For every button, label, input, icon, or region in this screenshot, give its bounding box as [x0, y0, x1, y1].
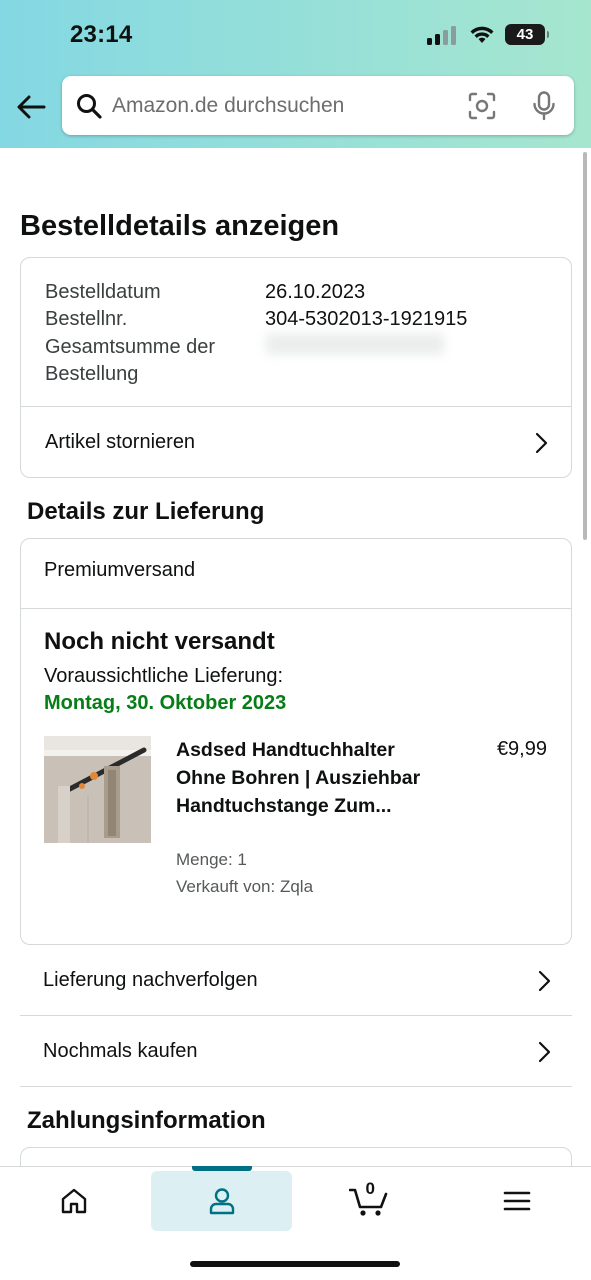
payment-info-heading: Zahlungsinformation [27, 1107, 266, 1134]
shipping-type: Premiumversand [44, 559, 196, 581]
page-title: Bestelldetails anzeigen [20, 210, 340, 242]
product-image[interactable] [44, 736, 151, 843]
battery-level: 43 [516, 26, 534, 43]
back-arrow-icon [17, 95, 46, 119]
chevron-right-icon [538, 1041, 551, 1062]
product-quantity: Menge: 1 [176, 850, 247, 869]
account-icon [209, 1188, 234, 1215]
order-number-value: 304-5302013-1921915 [265, 308, 468, 330]
order-date-value: 26.10.2023 [265, 281, 366, 303]
microphone-icon[interactable] [532, 91, 556, 121]
cancel-items-label: Artikel stornieren [45, 431, 196, 453]
delivery-details-heading: Details zur Lieferung [27, 498, 265, 525]
chevron-right-icon [535, 432, 548, 453]
product-price: €9,99 [496, 738, 547, 760]
order-total-value-redacted [265, 333, 445, 355]
buy-again-row[interactable]: Nochmals kaufen [20, 1017, 572, 1087]
order-date-label: Bestelldatum [45, 281, 161, 303]
order-total-label-line2: Bestellung [45, 363, 139, 385]
product-seller: Verkauft von: Zqla [176, 877, 314, 896]
nav-home[interactable] [3, 1171, 144, 1231]
towel-rail-photo [44, 736, 151, 843]
eta-label: Voraussichtliche Lieferung: [44, 665, 284, 687]
hamburger-menu-icon [503, 1191, 530, 1211]
app-header: 23:14 43 [0, 0, 591, 148]
cart-count: 0 [365, 1179, 375, 1198]
chevron-right-icon [538, 970, 551, 991]
nav-menu[interactable] [446, 1171, 587, 1231]
shipment-status: Noch nicht versandt [44, 628, 275, 655]
back-button[interactable] [14, 90, 48, 124]
track-delivery-label: Lieferung nachverfolgen [43, 969, 258, 991]
search-bar[interactable] [62, 76, 574, 135]
home-indicator[interactable] [190, 1261, 400, 1267]
scrollbar[interactable] [583, 152, 587, 540]
nav-cart[interactable]: 0 [298, 1171, 439, 1231]
status-time: 23:14 [70, 21, 133, 48]
camera-scan-icon[interactable] [468, 92, 496, 120]
eta-date: Montag, 30. Oktober 2023 [44, 692, 287, 714]
wifi-icon [470, 26, 494, 43]
order-total-label-line1: Gesamtsumme der [45, 336, 216, 358]
search-input[interactable] [112, 90, 452, 122]
product-title[interactable]: Asdsed Handtuchhalter Ohne Bohren | Ausz… [176, 736, 426, 820]
nav-account[interactable] [151, 1171, 292, 1231]
battery-indicator: 43 [505, 24, 549, 45]
search-icon[interactable] [76, 93, 102, 119]
cancel-items-row[interactable]: Artikel stornieren [21, 407, 571, 477]
divider [21, 608, 571, 609]
order-summary-card: Bestelldatum 26.10.2023 Bestellnr. 304-5… [20, 257, 572, 478]
status-icons: 43 [427, 24, 549, 45]
home-icon [61, 1188, 86, 1214]
cellular-signal-icon [427, 25, 456, 45]
buy-again-label: Nochmals kaufen [43, 1040, 198, 1062]
track-delivery-row[interactable]: Lieferung nachverfolgen [20, 946, 572, 1016]
nav-active-indicator [192, 1166, 252, 1171]
order-number-label: Bestellnr. [45, 308, 128, 330]
